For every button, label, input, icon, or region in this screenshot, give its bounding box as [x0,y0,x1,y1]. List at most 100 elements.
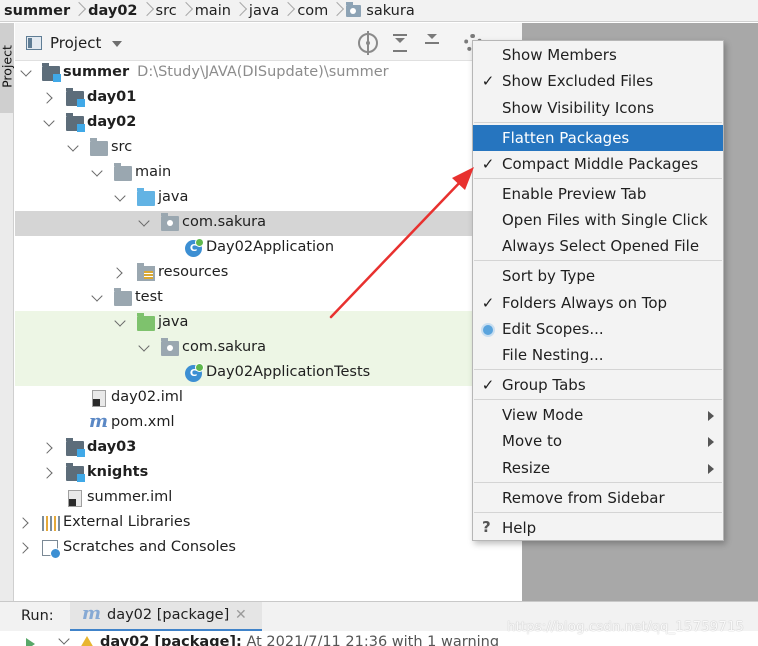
project-tool-tab[interactable]: Project [0,23,15,113]
menu-item-show-excluded-files[interactable]: ✓ Show Excluded Files [473,68,723,94]
tree-row-java-main[interactable]: java [15,186,522,211]
menu-item-help[interactable]: ? Help [473,515,723,541]
tree-row-resources[interactable]: resources [15,261,522,286]
tree-row-day02-iml[interactable]: day02.iml [15,386,522,411]
warning-icon [80,636,94,646]
chevron-down-icon[interactable] [138,211,152,236]
help-icon: ? [482,518,491,536]
test-folder-icon [137,313,155,331]
tree-row-pom-xml[interactable]: m pom.xml [15,411,522,436]
menu-item-enable-preview-tab[interactable]: Enable Preview Tab [473,181,723,207]
breadcrumb-sakura[interactable]: sakura [342,0,419,21]
project-panel-header: Project [15,23,522,61]
menu-item-remove-from-sidebar[interactable]: Remove from Sidebar [473,485,723,511]
run-tab-label: day02 [package] [107,607,230,623]
chevron-down-icon[interactable] [91,286,105,311]
tree-row-test[interactable]: test [15,286,522,311]
tree-row-scratches[interactable]: Scratches and Consoles [15,536,522,561]
close-icon[interactable]: ✕ [235,607,247,623]
tree-row-src[interactable]: src [15,136,522,161]
tree-label-day02: day02 [87,114,137,130]
breadcrumb-summer[interactable]: summer [0,0,75,21]
tree-label-java: java [158,189,189,205]
tree-row-day01[interactable]: day01 [15,86,522,111]
breadcrumb-day02[interactable]: day02 [84,0,142,21]
submenu-arrow-icon [708,464,714,474]
chevron-down-icon[interactable] [114,311,128,336]
menu-item-show-members[interactable]: Show Members [473,42,723,68]
tree-row-java-test[interactable]: java [15,311,522,336]
tree-row-day02application[interactable]: C Day02Application [15,236,522,261]
tree-row-knights[interactable]: knights [15,461,522,486]
chevron-down-icon[interactable] [58,633,70,645]
tree-label-src: src [111,139,133,155]
project-tree: summer D:\Study\JAVA(DISupdate)\summer da… [15,61,522,601]
menu-item-group-tabs[interactable]: ✓ Group Tabs [473,372,723,398]
menu-item-compact-middle-packages[interactable]: ✓ Compact Middle Packages [473,151,723,177]
breadcrumb-main[interactable]: main [191,0,236,21]
tree-row-com-sakura[interactable]: com.sakura [15,211,522,236]
chevron-right-icon[interactable] [43,436,57,461]
chevron-right-icon[interactable] [19,536,33,561]
maven-icon: m [89,411,109,432]
chevron-right-icon[interactable] [19,511,33,536]
menu-label: Show Excluded Files [502,72,654,90]
menu-item-edit-scopes[interactable]: Edit Scopes... [473,316,723,342]
chevron-right-icon[interactable] [113,261,127,286]
chevron-down-icon[interactable] [114,186,128,211]
tree-row-day02[interactable]: day02 [15,111,522,136]
menu-item-show-visibility-icons[interactable]: Show Visibility Icons [473,95,723,121]
spring-class-icon: C [185,238,204,257]
menu-item-flatten-packages[interactable]: Flatten Packages [473,125,723,151]
locate-file-icon[interactable] [358,31,378,55]
chevron-right-icon[interactable] [43,461,57,486]
tree-row-external-libraries[interactable]: External Libraries [15,511,522,536]
menu-label: File Nesting... [502,346,604,364]
breadcrumb-src[interactable]: src [152,0,182,21]
tree-row-main[interactable]: main [15,161,522,186]
tree-row-day02applicationtests[interactable]: C Day02ApplicationTests [15,361,522,386]
menu-item-sort-by-type[interactable]: Sort by Type [473,263,723,289]
expand-all-icon[interactable] [390,33,410,53]
chevron-down-icon[interactable] [91,161,105,186]
tree-row-summer-iml[interactable]: summer.iml [15,486,522,511]
tree-label-pom-xml: pom.xml [111,414,175,430]
chevron-down-icon[interactable] [67,136,81,161]
menu-item-folders-always-on-top[interactable]: ✓ Folders Always on Top [473,290,723,316]
tree-label-knights: knights [87,464,149,480]
breadcrumb-sakura-label: sakura [366,2,415,19]
menu-item-always-select-opened-file[interactable]: Always Select Opened File [473,233,723,259]
project-view-title[interactable]: Project [50,34,101,52]
chevron-down-icon[interactable] [138,336,152,361]
chevron-down-icon[interactable] [112,41,122,47]
tree-row-summer[interactable]: summer D:\Study\JAVA(DISupdate)\summer [15,61,522,86]
module-folder-icon [42,63,61,82]
tree-label-external-libraries: External Libraries [63,514,191,530]
tree-row-day03[interactable]: day03 [15,436,522,461]
menu-label: Compact Middle Packages [502,155,699,173]
options-context-menu: Show Members ✓ Show Excluded Files Show … [472,40,724,541]
module-folder-icon [66,438,85,457]
run-status-line[interactable]: day02 [package]: At 2021/7/11 21:36 with… [100,634,499,646]
breadcrumb-java[interactable]: java [245,0,284,21]
menu-item-resize[interactable]: Resize [473,455,723,481]
run-label: Run: [21,608,54,624]
menu-item-file-nesting[interactable]: File Nesting... [473,342,723,368]
tree-label-com-sakura: com.sakura [182,214,267,230]
play-icon[interactable] [26,638,35,646]
chevron-right-icon[interactable] [43,86,57,111]
chevron-right-icon [182,0,191,21]
collapse-all-icon[interactable] [422,33,442,53]
menu-item-view-mode[interactable]: View Mode [473,402,723,428]
menu-item-move-to[interactable]: Move to [473,428,723,454]
menu-separator [474,512,722,513]
breadcrumb-com[interactable]: com [293,0,333,21]
chevron-down-icon[interactable] [20,61,34,86]
menu-label: Enable Preview Tab [502,185,647,203]
menu-label: Folders Always on Top [502,294,668,312]
scopes-radio-icon [481,323,495,337]
tree-row-com-sakura-test[interactable]: com.sakura [15,336,522,361]
chevron-down-icon[interactable] [43,111,57,136]
menu-item-open-files-single-click[interactable]: Open Files with Single Click [473,207,723,233]
run-tab-day02-package[interactable]: m day02 [package] ✕ [70,602,262,632]
